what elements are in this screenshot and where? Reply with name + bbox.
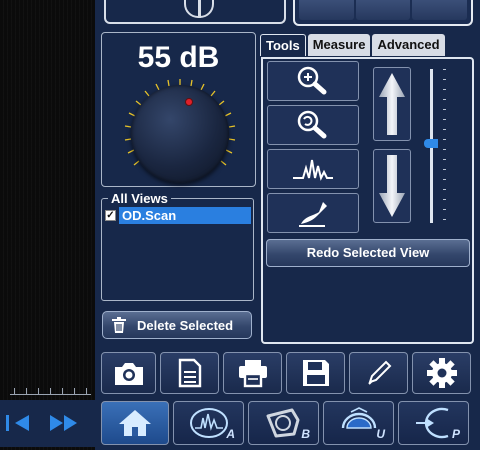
gain-knob-wrap xyxy=(119,77,241,185)
all-views-legend: All Views xyxy=(108,191,171,206)
scale-tick xyxy=(26,388,27,394)
mode-letter: P xyxy=(451,427,460,441)
image-noise xyxy=(0,0,95,450)
print-button[interactable] xyxy=(223,352,282,394)
action-toolbar xyxy=(101,352,471,394)
gain-value: 55 dB xyxy=(137,41,220,74)
scale-tick xyxy=(14,388,15,394)
scale-tick xyxy=(86,388,87,394)
home-button[interactable] xyxy=(101,401,169,445)
annotate-pen-icon xyxy=(299,202,327,227)
mode-letter: A xyxy=(226,427,235,441)
top-button-group xyxy=(293,0,473,26)
top-button[interactable] xyxy=(412,0,468,20)
move-up-button[interactable] xyxy=(373,67,411,141)
list-item[interactable]: ✓ OD.Scan xyxy=(105,207,251,224)
delete-selected-label: Delete Selected xyxy=(137,317,234,333)
gain-control: 55 dB xyxy=(101,32,256,187)
delete-selected-button[interactable]: Delete Selected xyxy=(102,311,252,339)
fast-forward-icon xyxy=(50,415,77,431)
camera-icon xyxy=(114,363,143,385)
top-dial-frame xyxy=(104,0,286,24)
gear-icon xyxy=(426,358,457,388)
ubm-scan-mode-button[interactable]: U xyxy=(323,401,394,445)
skip-back-icon xyxy=(6,415,29,431)
tools-panel: Redo Selected View xyxy=(261,57,474,344)
mode-bar: A B U P xyxy=(0,400,490,450)
waveform-button[interactable] xyxy=(267,149,359,189)
playback-controls xyxy=(0,400,95,447)
a-scan-mode-button[interactable]: A xyxy=(173,401,244,445)
settings-button[interactable] xyxy=(412,352,471,394)
redo-selected-view-button[interactable]: Redo Selected View xyxy=(266,239,470,267)
position-slider-thumb[interactable] xyxy=(424,139,438,148)
knob-indicator xyxy=(185,98,193,106)
top-button[interactable] xyxy=(355,0,411,20)
scale-tick xyxy=(62,388,63,394)
arrow-up-icon xyxy=(379,73,405,135)
capture-button[interactable] xyxy=(101,352,156,394)
pachymetry-icon xyxy=(415,407,448,439)
trash-icon xyxy=(112,317,126,333)
zoom-in-button[interactable] xyxy=(267,61,359,101)
home-icon xyxy=(119,410,151,436)
mode-letter: B xyxy=(301,427,310,441)
view-label[interactable]: OD.Scan xyxy=(119,207,251,224)
save-button[interactable] xyxy=(286,352,345,394)
scan-image-area xyxy=(0,0,95,450)
scale-tick xyxy=(38,388,39,394)
all-views-list: All Views ✓ OD.Scan xyxy=(101,191,254,301)
b-scan-icon xyxy=(266,408,299,438)
pencil-icon xyxy=(367,360,391,385)
zoom-reset-icon xyxy=(297,110,327,139)
control-panel: 55 dB All Views ✓ OD.Scan Delete Selecte… xyxy=(95,0,480,450)
gain-knob[interactable] xyxy=(131,85,229,183)
previous-frame-button[interactable] xyxy=(0,408,40,438)
tab-bar: Tools Measure Advanced xyxy=(260,34,445,56)
edit-button[interactable] xyxy=(349,352,408,394)
mode-letter: U xyxy=(376,427,385,441)
top-button[interactable] xyxy=(299,0,354,20)
waveform-icon xyxy=(293,159,333,181)
printer-icon xyxy=(238,360,267,388)
report-button[interactable] xyxy=(160,352,219,394)
view-checkbox[interactable]: ✓ xyxy=(105,210,116,221)
document-icon xyxy=(178,358,201,388)
a-scan-icon xyxy=(189,408,228,438)
move-down-button[interactable] xyxy=(373,149,411,223)
scale-tick xyxy=(74,388,75,394)
scale-tick xyxy=(50,388,51,394)
tab-tools[interactable]: Tools xyxy=(260,34,306,56)
ubm-scan-icon xyxy=(341,407,376,429)
save-icon xyxy=(302,360,329,386)
arrow-down-icon xyxy=(379,155,405,217)
zoom-in-icon xyxy=(297,66,327,95)
depth-scale-line xyxy=(10,394,91,395)
fast-forward-button[interactable] xyxy=(44,408,84,438)
b-scan-mode-button[interactable]: B xyxy=(248,401,319,445)
top-strip xyxy=(99,0,477,30)
scan-mode-buttons: A B U P xyxy=(101,401,469,445)
top-dial-needle xyxy=(198,0,201,18)
tab-advanced[interactable]: Advanced xyxy=(372,34,445,56)
position-slider-scale xyxy=(443,69,446,223)
annotate-button[interactable] xyxy=(267,193,359,233)
tab-measure[interactable]: Measure xyxy=(307,34,371,56)
pachymetry-mode-button[interactable]: P xyxy=(398,401,469,445)
zoom-reset-button[interactable] xyxy=(267,105,359,145)
